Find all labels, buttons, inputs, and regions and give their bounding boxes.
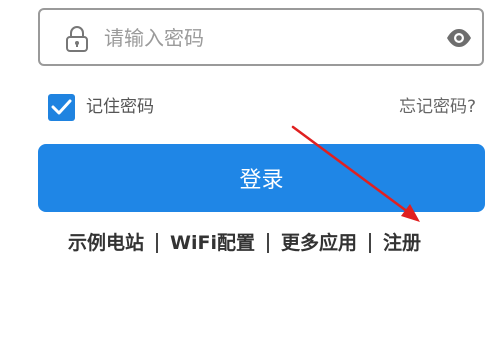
remember-checkbox[interactable] <box>48 94 75 121</box>
remember-row: 记住密码 忘记密码? <box>48 92 488 121</box>
remember-label: 记住密码 <box>86 97 154 117</box>
bottom-links: 示例电站 WiFi配置 更多应用 注册 <box>56 228 486 258</box>
lock-icon <box>64 25 90 53</box>
login-page: 记住密码 忘记密码? 登录 示例电站 WiFi配置 更多应用 注册 <box>0 0 500 343</box>
wifi-config-link[interactable]: WiFi配置 <box>158 228 267 258</box>
forgot-password-link[interactable]: 忘记密码? <box>399 95 476 119</box>
password-input[interactable] <box>104 20 424 56</box>
more-apps-link[interactable]: 更多应用 <box>269 228 369 258</box>
demo-station-link[interactable]: 示例电站 <box>56 228 156 258</box>
register-link[interactable]: 注册 <box>371 228 433 258</box>
login-button[interactable]: 登录 <box>38 144 485 212</box>
checkmark-icon <box>51 99 72 115</box>
password-field-container[interactable] <box>38 8 484 66</box>
eye-icon[interactable] <box>445 28 473 48</box>
